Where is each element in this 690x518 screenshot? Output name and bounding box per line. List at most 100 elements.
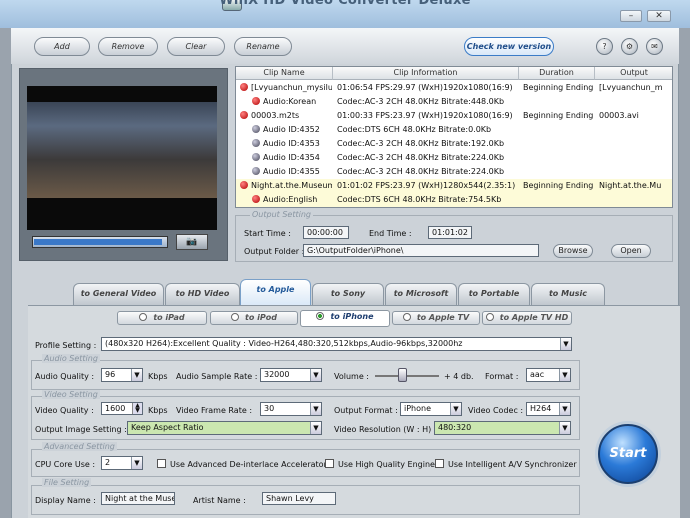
table-cell-info: Codec:DTS 6CH 48.0KHz Bitrate:754.5Kb: [337, 193, 517, 207]
video-frame-rate-select[interactable]: 30 ▼: [260, 402, 322, 416]
table-row[interactable]: Audio ID:4352 Codec:DTS 6CH 48.0KHz Bitra…: [236, 123, 672, 137]
check-version-button[interactable]: Check new version: [464, 37, 554, 56]
column-header-clip-info[interactable]: Clip Information: [333, 67, 519, 80]
table-cell-text: Night.at.the.Museum: [251, 181, 332, 190]
video-codec-select[interactable]: H264 ▼: [526, 402, 571, 416]
video-resolution-select[interactable]: 480:320 ▼: [434, 421, 571, 435]
table-row[interactable]: Audio ID:4355 Codec:AC-3 2CH 48.0KHz Bitr…: [236, 165, 672, 179]
output-image-setting-select[interactable]: Keep Aspect Ratio ▼: [127, 421, 322, 435]
subtab-apple-tv[interactable]: to Apple TV: [392, 311, 480, 325]
subtab-ipod-label: to iPod: [245, 313, 277, 322]
start-time-field[interactable]: 00:00:00: [303, 226, 349, 239]
mail-icon[interactable]: ✉: [646, 38, 663, 55]
video-preview: [27, 86, 217, 230]
audio-quality-select[interactable]: 96 ▼: [101, 368, 143, 382]
browse-button[interactable]: Browse: [553, 244, 593, 258]
stepper-arrows-icon[interactable]: ▲ ▼: [132, 403, 142, 414]
table-cell-text: Audio:English: [263, 195, 318, 204]
table-row[interactable]: Audio:Korean Codec:AC-3 2CH 48.0KHz Bitra…: [236, 95, 672, 109]
help-icon[interactable]: ?: [596, 38, 613, 55]
radio-apple-tv: [402, 313, 411, 321]
audio-kbps-label: Kbps: [148, 372, 168, 381]
column-header-clip-name[interactable]: Clip Name: [236, 67, 333, 80]
audio-sample-rate-value: 32000: [264, 370, 290, 379]
audio-track-icon: [252, 97, 260, 105]
audio-quality-label: Audio Quality :: [35, 372, 95, 381]
tab-music[interactable]: to Music: [531, 283, 605, 305]
video-quality-label: Video Quality :: [35, 406, 94, 415]
table-row[interactable]: Audio ID:4354 Codec:AC-3 2CH 48.0KHz Bitr…: [236, 151, 672, 165]
minimize-button[interactable]: –: [620, 10, 642, 22]
table-cell-info: Codec:DTS 6CH 48.0KHz Bitrate:0.0Kb: [337, 123, 517, 137]
table-cell-name: Audio ID:4354: [252, 151, 332, 165]
table-cell-info: 01:00:33 FPS:23.97 (WxH)1920x1080(16:9): [337, 109, 517, 123]
output-folder-label: Output Folder :: [244, 247, 305, 256]
display-name-field[interactable]: Night at the Museu: [101, 492, 175, 505]
profile-select[interactable]: (480x320 H264):Excellent Quality : Video…: [101, 337, 572, 351]
audio-track-icon: [252, 195, 260, 203]
output-image-setting-label: Output Image Setting :: [35, 425, 127, 434]
open-folder-button[interactable]: Open: [611, 244, 651, 258]
subtab-iphone-label: to iPhone: [330, 312, 374, 321]
high-quality-checkbox[interactable]: [325, 459, 334, 468]
audio-format-label: Format :: [485, 372, 519, 381]
video-file-icon: [240, 83, 248, 91]
table-cell-output: [Lvyuanchun_m: [599, 81, 672, 95]
video-file-icon: [240, 181, 248, 189]
subtab-apple-tv-hd-label: to Apple TV HD: [499, 313, 569, 322]
tab-hd-video[interactable]: to HD Video: [165, 283, 240, 305]
table-row[interactable]: Night.at.the.Museum 01:01:02 FPS:23.97 (W…: [236, 179, 672, 193]
tab-general-video[interactable]: to General Video: [73, 283, 164, 305]
column-header-output[interactable]: Output: [595, 67, 672, 80]
output-folder-field[interactable]: G:\OutputFolder\iPhone\: [303, 244, 539, 257]
radio-ipad: [139, 313, 148, 321]
subtab-ipod[interactable]: to iPod: [210, 311, 298, 325]
table-cell-name: Audio ID:4355: [252, 165, 332, 179]
window-title: WinX HD Video Converter Deluxe: [219, 0, 471, 8]
tab-microsoft[interactable]: to Microsoft: [385, 283, 457, 305]
tab-apple[interactable]: to Apple: [240, 279, 311, 305]
cpu-core-select[interactable]: 2 ▼: [101, 456, 143, 470]
av-sync-checkbox[interactable]: [435, 459, 444, 468]
subtab-apple-tv-hd[interactable]: to Apple TV HD: [482, 311, 572, 325]
close-button[interactable]: ✕: [647, 10, 671, 22]
file-table: Clip Name Clip Information Duration Outp…: [235, 66, 673, 208]
subtab-iphone[interactable]: to iPhone: [300, 310, 390, 327]
table-cell-text: [Lvyuanchun_mysilu]: [251, 83, 332, 92]
table-row[interactable]: Audio ID:4353 Codec:AC-3 2CH 48.0KHz Bitr…: [236, 137, 672, 151]
audio-format-select[interactable]: aac ▼: [526, 368, 571, 382]
settings-icon[interactable]: ⚙: [621, 38, 638, 55]
table-cell-info: Codec:AC-3 2CH 48.0KHz Bitrate:448.0Kb: [337, 95, 517, 109]
artist-name-field[interactable]: Shawn Levy: [262, 492, 336, 505]
add-button[interactable]: Add: [34, 37, 90, 56]
output-format-select[interactable]: iPhone ▼: [400, 402, 462, 416]
file-setting-legend: File Setting: [42, 478, 92, 487]
tab-portable[interactable]: to Portable: [458, 283, 530, 305]
subtab-ipad[interactable]: to iPad: [117, 311, 207, 325]
table-cell-text: Codec:AC-3 2CH 48.0KHz Bitrate:448.0Kb: [337, 97, 505, 106]
rename-button[interactable]: Rename: [234, 37, 292, 56]
volume-slider-track[interactable]: [375, 375, 439, 377]
table-cell-name: Audio ID:4353: [252, 137, 332, 151]
video-resolution-value: 480:320: [438, 423, 472, 432]
tab-sony[interactable]: to Sony: [312, 283, 384, 305]
chevron-down-icon: ▼: [310, 422, 321, 434]
deinterlace-checkbox[interactable]: [157, 459, 166, 468]
display-name-label: Display Name :: [35, 496, 96, 505]
start-button[interactable]: Start: [598, 424, 658, 484]
audio-track-icon: [252, 153, 260, 161]
table-cell-text: Codec:DTS 6CH 48.0KHz Bitrate:0.0Kb: [337, 125, 492, 134]
table-cell-text: Audio ID:4354: [263, 153, 320, 162]
video-quality-stepper[interactable]: 1600 ▲ ▼: [101, 402, 143, 415]
video-frame-rate-value: 30: [264, 404, 275, 413]
table-row[interactable]: Audio:English Codec:DTS 6CH 48.0KHz Bitra…: [236, 193, 672, 207]
table-row[interactable]: 00003.m2ts 01:00:33 FPS:23.97 (WxH)1920x1…: [236, 109, 672, 123]
clear-button[interactable]: Clear: [167, 37, 225, 56]
audio-sample-rate-select[interactable]: 32000 ▼: [260, 368, 322, 382]
table-row[interactable]: [Lvyuanchun_mysilu] 01:06:54 FPS:29.97 (W…: [236, 81, 672, 95]
remove-button[interactable]: Remove: [98, 37, 158, 56]
column-header-duration[interactable]: Duration: [519, 67, 595, 80]
end-time-field[interactable]: 01:01:02: [428, 226, 472, 239]
snapshot-button[interactable]: 📷: [176, 234, 208, 250]
volume-slider-thumb[interactable]: [398, 368, 407, 382]
